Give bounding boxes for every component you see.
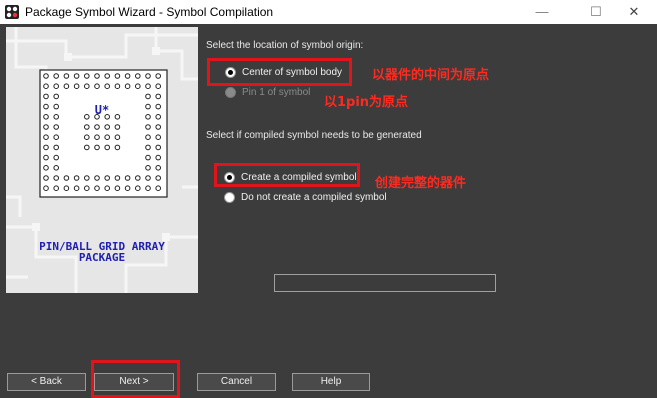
cancel-button[interactable]: Cancel bbox=[197, 373, 276, 391]
close-button[interactable]: ✕ bbox=[611, 0, 657, 24]
progress-bar bbox=[274, 274, 496, 292]
annotation-pin1-origin: 以1pin为原点 bbox=[324, 95, 409, 110]
highlight-box-compiled bbox=[214, 163, 360, 187]
app-icon bbox=[5, 5, 19, 19]
chip-outline bbox=[39, 69, 168, 198]
package-illustration: U* PIN/BALL GRID ARRAY PACKAGE bbox=[6, 27, 198, 293]
maximize-icon: ☐ bbox=[590, 4, 602, 19]
window-title: Package Symbol Wizard - Symbol Compilati… bbox=[25, 5, 274, 19]
title-bar: Package Symbol Wizard - Symbol Compilati… bbox=[0, 0, 657, 24]
annotation-create-compiled: 创建完整的器件 bbox=[375, 176, 467, 191]
minimize-icon: — bbox=[535, 4, 549, 19]
annotation-center-origin: 以器件的中间为原点 bbox=[372, 68, 490, 83]
radio-button[interactable] bbox=[224, 192, 235, 203]
back-button[interactable]: < Back bbox=[7, 373, 86, 391]
minimize-button[interactable]: — bbox=[519, 0, 565, 24]
origin-prompt: Select the location of symbol origin: bbox=[206, 40, 364, 51]
compile-prompt: Select if compiled symbol needs to be ge… bbox=[206, 130, 422, 141]
package-caption-line2: PACKAGE bbox=[78, 251, 126, 264]
close-icon: ✕ bbox=[628, 4, 640, 19]
highlight-box-center bbox=[207, 58, 352, 86]
help-button[interactable]: Help bbox=[292, 373, 370, 391]
radio-label: Do not create a compiled symbol bbox=[241, 192, 387, 203]
part-label: U* bbox=[94, 103, 110, 117]
radio-pin1-of-symbol[interactable]: Pin 1 of symbol bbox=[225, 87, 310, 98]
radio-button[interactable] bbox=[225, 87, 236, 98]
radio-do-not-create-compiled[interactable]: Do not create a compiled symbol bbox=[224, 192, 387, 203]
next-button[interactable]: Next > bbox=[94, 373, 174, 391]
radio-label: Pin 1 of symbol bbox=[242, 87, 311, 98]
